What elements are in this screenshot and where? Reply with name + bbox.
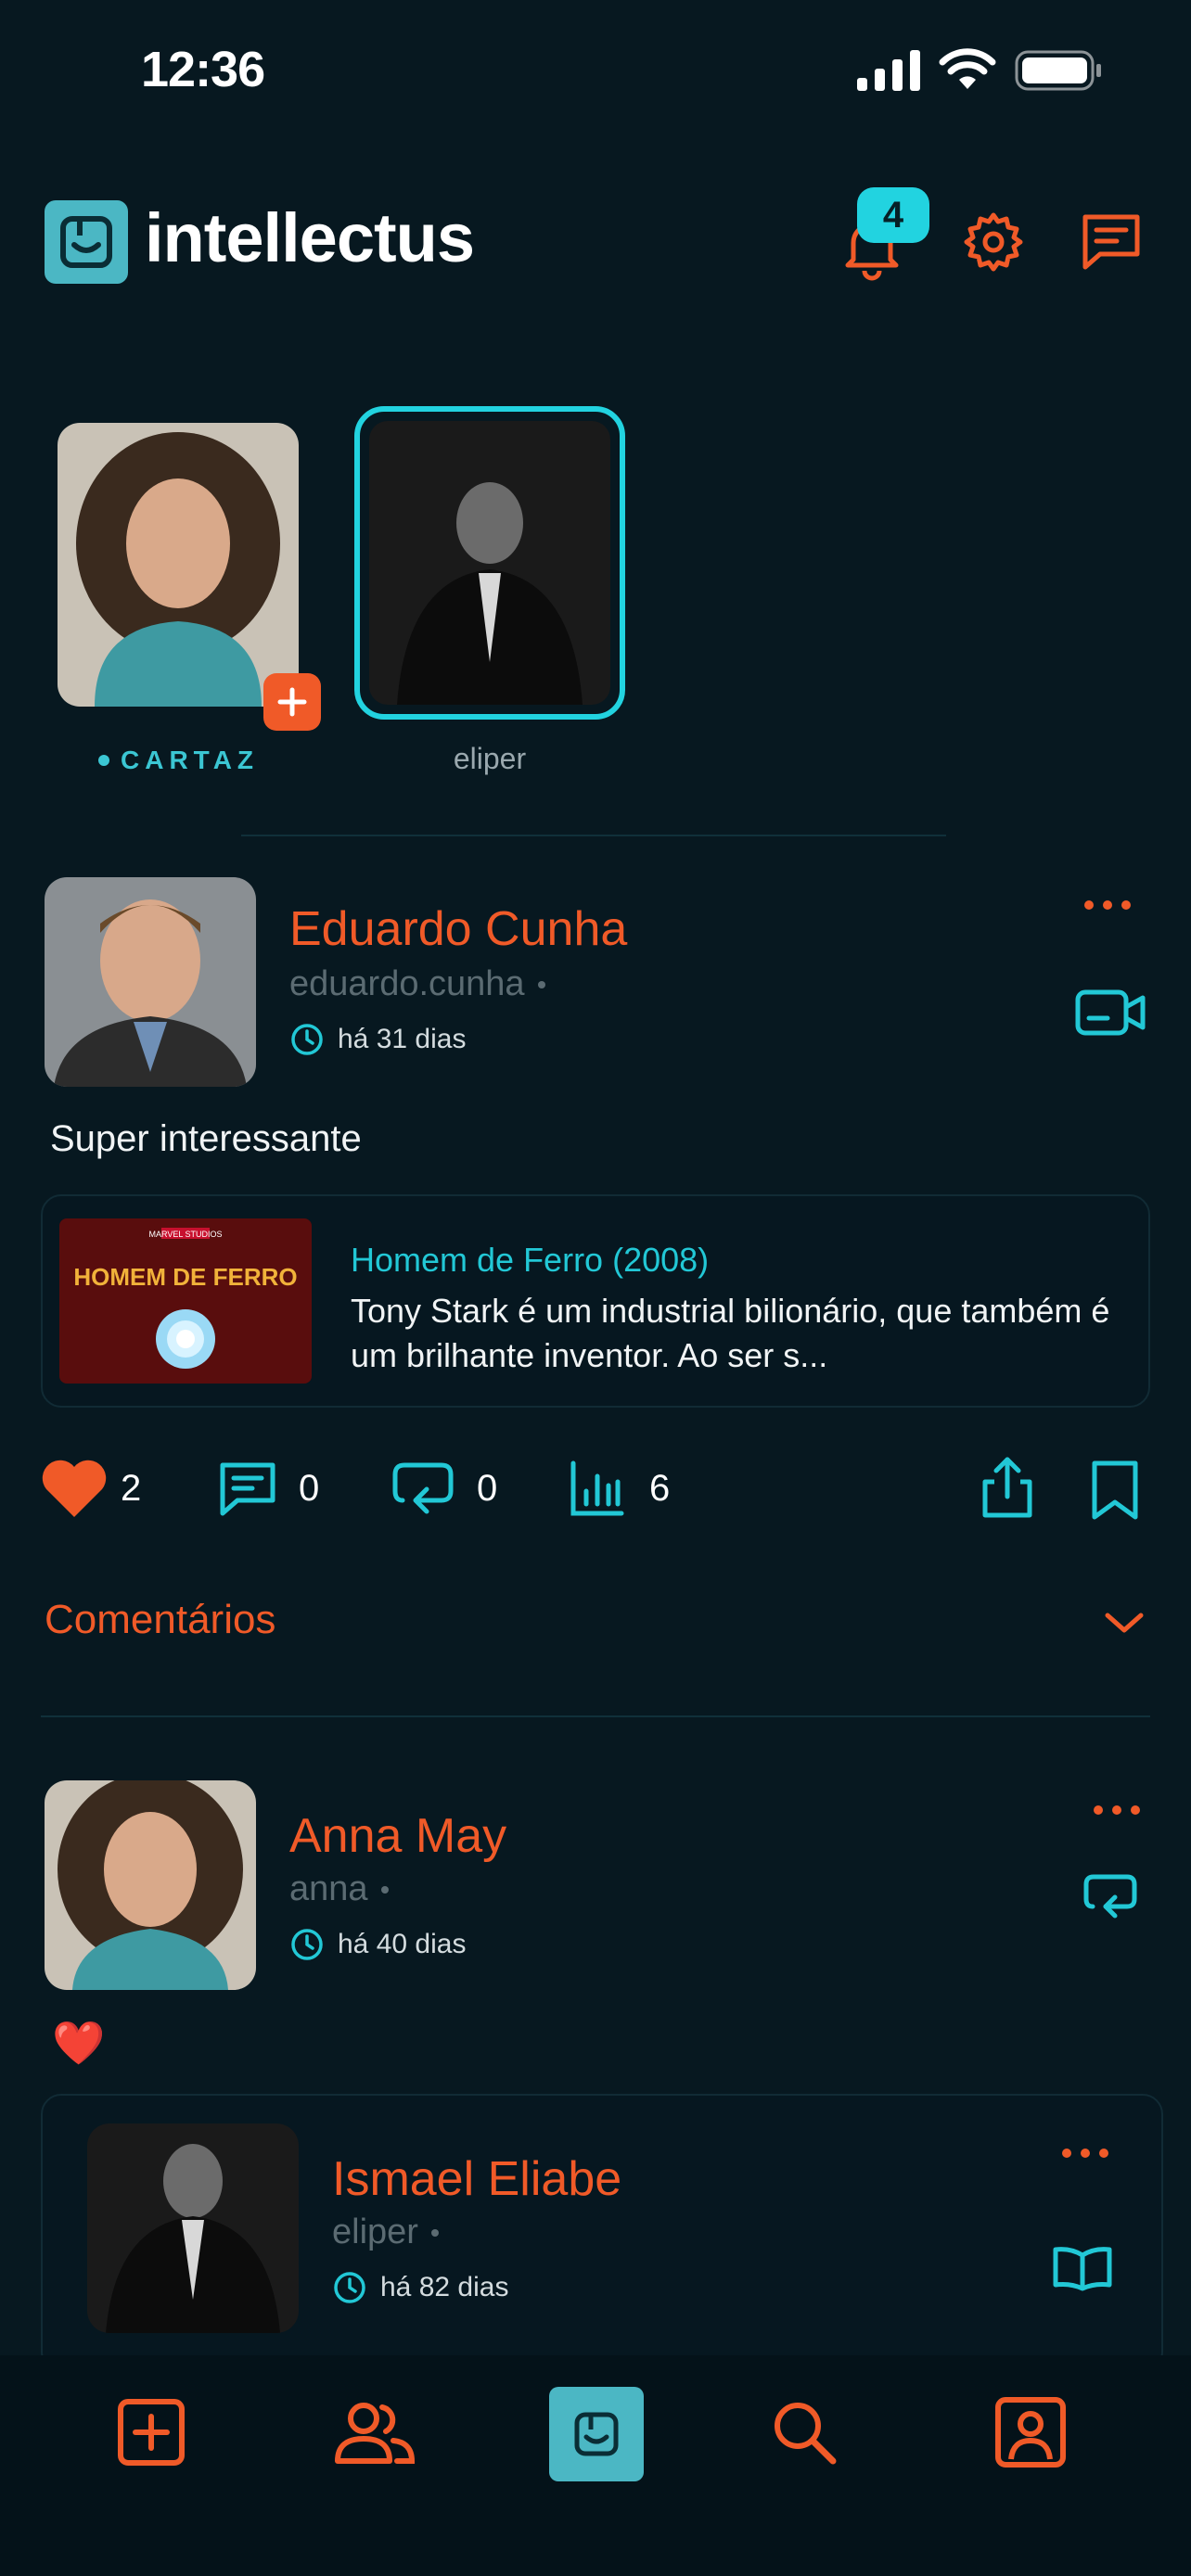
- comments-count: 0: [299, 1467, 320, 1509]
- comment-time: há 40 dias: [338, 1929, 467, 1959]
- battery-icon: [1015, 50, 1104, 91]
- stories-divider: [241, 835, 946, 836]
- story-eliper-thumbnail: [369, 421, 610, 705]
- nav-search-icon[interactable]: [770, 2398, 839, 2467]
- reply-time-row: há 82 dias: [332, 2270, 508, 2305]
- settings-gear-icon[interactable]: [961, 210, 1026, 274]
- handle-separator-dot: [430, 2228, 439, 2237]
- story-active-dot: [98, 755, 109, 766]
- bar-chart-icon: [570, 1460, 624, 1516]
- comment-author-handle: anna: [289, 1869, 368, 1908]
- video-camera-icon[interactable]: [1074, 987, 1148, 1039]
- story-label-cartaz: CARTAZ: [121, 746, 260, 774]
- notification-count-badge: 4: [857, 187, 929, 243]
- comments-divider: [41, 1715, 1150, 1717]
- views-stat[interactable]: 6: [568, 1458, 670, 1519]
- repost-button[interactable]: 0: [390, 1458, 497, 1519]
- post-author-name[interactable]: Eduardo Cunha: [289, 901, 627, 957]
- comment-more-options-icon[interactable]: [1091, 1803, 1143, 1817]
- views-count: 6: [649, 1467, 671, 1509]
- comment-time-row: há 40 dias: [289, 1927, 466, 1962]
- post-more-options-icon[interactable]: [1082, 898, 1133, 912]
- link-preview-thumbnail: HOMEM DE FERRO MARVEL STUDIOS: [59, 1218, 312, 1384]
- nav-home-logo-button[interactable]: [549, 2387, 644, 2481]
- story-eliper[interactable]: [354, 406, 625, 720]
- comment-author-name[interactable]: Anna May: [289, 1808, 506, 1864]
- comment-text: ❤️: [52, 2018, 106, 2068]
- heart-icon: [42, 1460, 107, 1517]
- book-icon[interactable]: [1052, 2244, 1113, 2292]
- story-cartaz-thumbnail[interactable]: [58, 423, 299, 707]
- nav-create-post-icon[interactable]: [117, 2398, 186, 2467]
- wifi-icon: [939, 48, 996, 91]
- clock-icon: [334, 2272, 365, 2303]
- app-name: intellectus: [145, 199, 475, 276]
- thumb-title-art: HOMEM DE FERRO: [73, 1263, 297, 1291]
- clock-icon: [291, 1024, 323, 1055]
- post-text: Super interessante: [50, 1118, 362, 1159]
- post-time: há 31 dias: [338, 1024, 467, 1054]
- reply-time: há 82 dias: [380, 2272, 509, 2302]
- post-author-handle: eduardo.cunha: [289, 964, 525, 1003]
- likes-count: 2: [121, 1467, 142, 1509]
- handle-separator-dot: [380, 1885, 389, 1894]
- story-label-eliper: eliper: [453, 742, 527, 775]
- post-author-avatar[interactable]: [45, 877, 256, 1087]
- like-button[interactable]: 2: [41, 1458, 141, 1519]
- comments-section-label[interactable]: Comentários: [45, 1597, 275, 1643]
- cellular-signal-icon: [857, 50, 920, 91]
- reposts-count: 0: [477, 1467, 498, 1509]
- handle-separator-dot: [537, 980, 545, 988]
- messages-icon[interactable]: [1080, 210, 1143, 273]
- link-preview-title: Homem de Ferro (2008): [351, 1241, 710, 1279]
- reply-author-handle: eliper: [332, 2213, 418, 2251]
- link-preview-description: Tony Stark é um industrial bilionário, q…: [351, 1292, 1110, 1374]
- comment-repost-icon[interactable]: [1082, 1871, 1139, 1923]
- reply-more-options-icon[interactable]: [1059, 2146, 1111, 2161]
- reply-author-avatar[interactable]: [87, 2123, 299, 2333]
- thumb-brand-art: MARVEL STUDIOS: [148, 1230, 222, 1239]
- link-preview-card[interactable]: HOMEM DE FERRO MARVEL STUDIOS Homem de F…: [41, 1194, 1150, 1408]
- add-story-button[interactable]: [263, 673, 321, 731]
- share-icon[interactable]: [978, 1456, 1037, 1521]
- comment-icon: [220, 1462, 275, 1516]
- status-time: 12:36: [141, 42, 265, 97]
- app-logo-icon: [45, 200, 128, 284]
- repost-icon: [392, 1462, 454, 1514]
- nav-profile-icon[interactable]: [994, 2396, 1067, 2468]
- clock-icon: [291, 1929, 323, 1960]
- comment-button[interactable]: 0: [217, 1458, 319, 1519]
- bookmark-icon[interactable]: [1089, 1460, 1141, 1521]
- chevron-down-icon[interactable]: [1104, 1610, 1145, 1636]
- comment-author-avatar[interactable]: [45, 1780, 256, 1990]
- reply-author-name[interactable]: Ismael Eliabe: [332, 2151, 621, 2207]
- nav-people-icon[interactable]: [334, 2400, 416, 2467]
- post-time-row: há 31 dias: [289, 1022, 466, 1057]
